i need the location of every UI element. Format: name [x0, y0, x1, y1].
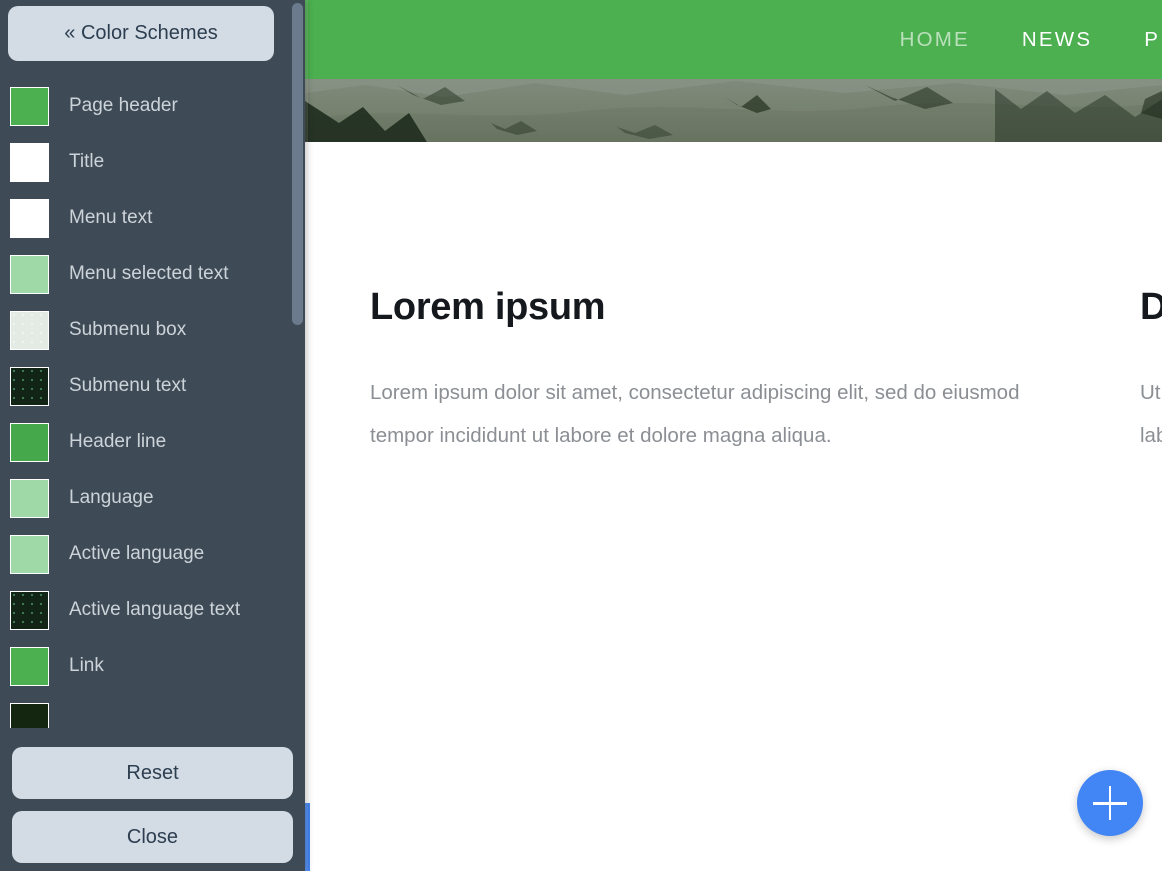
color-swatch[interactable]: [10, 702, 49, 728]
color-swatch[interactable]: [10, 422, 49, 462]
color-row[interactable]: Active language: [0, 526, 290, 582]
mountain-snow-graphic: [305, 79, 1162, 142]
color-label: Menu text: [69, 207, 153, 228]
color-swatch[interactable]: [10, 478, 49, 518]
reset-button[interactable]: Reset: [12, 747, 293, 799]
color-row[interactable]: Header line: [0, 414, 290, 470]
color-swatch[interactable]: [10, 86, 49, 126]
color-row[interactable]: Link: [0, 638, 290, 694]
color-label: Submenu box: [69, 319, 187, 340]
color-label: Active language: [69, 543, 205, 564]
close-button-label: Close: [126, 825, 179, 848]
column-2-body-line-2: lab: [1140, 424, 1162, 447]
content-columns: Lorem ipsum Lorem ipsum dolor sit amet, …: [305, 142, 1162, 457]
panel-header-label: « Color Schemes: [64, 22, 218, 44]
color-row[interactable]: [0, 694, 290, 728]
color-swatch[interactable]: [10, 646, 49, 686]
color-label: Page header: [69, 95, 178, 116]
color-label: Link: [69, 655, 104, 676]
color-swatch[interactable]: [10, 366, 49, 406]
color-list: Page header Title Menu text Menu selected t…: [0, 78, 290, 728]
website-preview: HOME NEWS PI: [305, 0, 1162, 871]
color-schemes-panel: « Color Schemes Page header Title Menu tex…: [0, 0, 305, 871]
color-row[interactable]: Page header: [0, 78, 290, 134]
main-navigation: HOME NEWS PI: [900, 28, 1162, 52]
column-1-heading: Lorem ipsum: [370, 286, 606, 328]
panel-scrollbar[interactable]: [290, 0, 305, 871]
color-row[interactable]: Title: [0, 134, 290, 190]
color-row[interactable]: Submenu box: [0, 302, 290, 358]
column-1-body: Lorem ipsum dolor sit amet, consectetur …: [370, 381, 1020, 447]
panel-footer: Reset Close: [0, 747, 305, 871]
nav-item-news[interactable]: NEWS: [1022, 28, 1092, 52]
color-swatch[interactable]: [10, 590, 49, 630]
color-swatch[interactable]: [10, 310, 49, 350]
color-swatch[interactable]: [10, 142, 49, 182]
color-row[interactable]: Language: [0, 470, 290, 526]
close-button[interactable]: Close: [12, 811, 293, 863]
color-label: Active language text: [69, 599, 241, 620]
content-column-1: Lorem ipsum Lorem ipsum dolor sit amet, …: [370, 286, 1040, 457]
column-2-body-line-1: Ut: [1140, 381, 1161, 404]
color-row[interactable]: Menu text: [0, 190, 290, 246]
nav-item-home[interactable]: HOME: [900, 28, 970, 52]
color-list-scroll-area[interactable]: Page header Title Menu text Menu selected t…: [0, 78, 305, 728]
panel-scrollbar-thumb[interactable]: [292, 3, 303, 325]
color-label: Language: [69, 487, 154, 508]
color-swatch[interactable]: [10, 198, 49, 238]
hero-banner-image: [305, 79, 1162, 142]
color-swatch[interactable]: [10, 534, 49, 574]
color-label: Submenu text: [69, 375, 187, 396]
color-swatch[interactable]: [10, 254, 49, 294]
reset-button-label: Reset: [126, 761, 179, 784]
color-row[interactable]: Menu selected text: [0, 246, 290, 302]
site-body: Lorem ipsum Lorem ipsum dolor sit amet, …: [305, 142, 1162, 871]
add-section-button[interactable]: [1077, 770, 1143, 836]
color-row[interactable]: Active language text: [0, 582, 290, 638]
app-root: HOME NEWS PI: [0, 0, 1162, 871]
nav-item-pi[interactable]: PI: [1144, 28, 1162, 52]
content-column-2: Do Ut lab: [1140, 286, 1162, 457]
color-label: Header line: [69, 431, 167, 452]
color-label: Menu selected text: [69, 263, 229, 284]
form-section: Enter form title: [305, 803, 1162, 871]
color-row[interactable]: Submenu text: [0, 358, 290, 414]
site-header: HOME NEWS PI: [305, 0, 1162, 79]
column-2-heading: Do: [1140, 286, 1162, 328]
color-label: Title: [69, 151, 105, 172]
plus-icon-vertical: [1108, 786, 1112, 820]
back-to-color-schemes-button[interactable]: « Color Schemes: [8, 6, 274, 61]
